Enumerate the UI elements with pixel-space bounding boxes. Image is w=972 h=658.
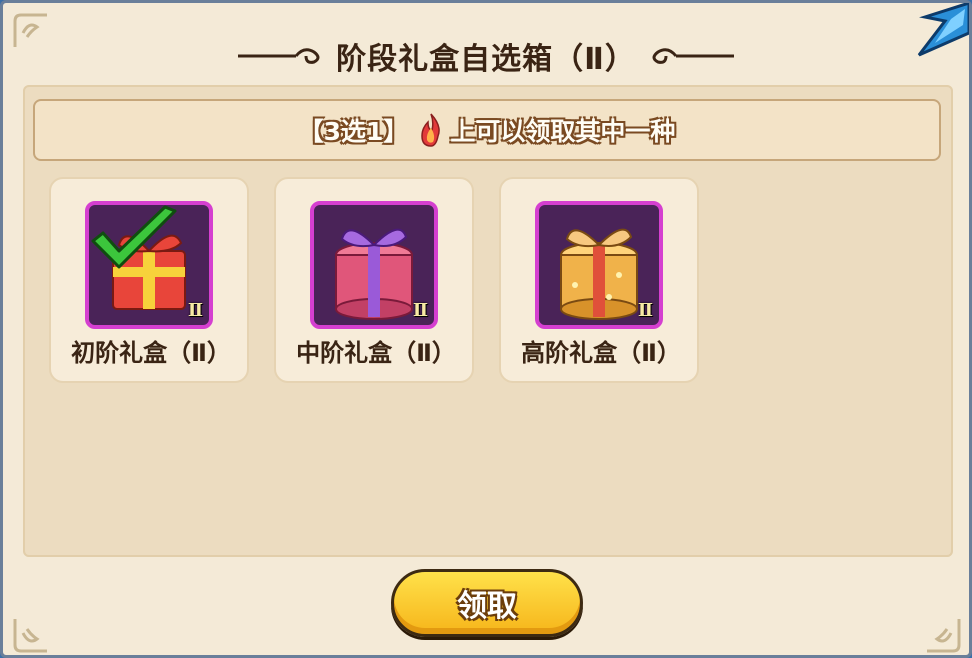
dialog-title: 阶段礼盒自选箱（Ⅱ） — [336, 42, 636, 77]
tier-badge: Ⅱ — [637, 300, 653, 321]
tier-badge: Ⅱ — [412, 300, 428, 321]
banner-prefix: 【3选1】 — [298, 117, 409, 146]
gift-card-basic[interactable]: Ⅱ 初阶礼盒（Ⅱ） — [49, 177, 249, 383]
title-bar: 阶段礼盒自选箱（Ⅱ） — [3, 29, 969, 83]
item-icon-frame: Ⅱ — [85, 201, 213, 329]
banner-text: 上可以领取其中一种 — [450, 117, 676, 146]
item-icon-frame: Ⅱ — [535, 201, 663, 329]
tier-badge: Ⅱ — [187, 300, 203, 321]
corner-ornament-icon — [13, 619, 47, 653]
claim-button-label: 领取 — [457, 589, 517, 624]
corner-ornament-icon — [927, 619, 961, 653]
title-ornament-left-icon — [238, 48, 320, 64]
title-ornament-right-icon — [652, 48, 734, 64]
hint-banner: 【3选1】 上可以领取其中一种 — [33, 99, 941, 161]
item-label: 中阶礼盒（Ⅱ） — [296, 339, 456, 367]
gift-card-advanced[interactable]: Ⅱ 高阶礼盒（Ⅱ） — [499, 177, 699, 383]
gift-box-dialog: 阶段礼盒自选箱（Ⅱ） 【3选1】 上可以领取其中一种 Ⅱ 初阶礼盒（Ⅱ） Ⅱ 中… — [0, 0, 972, 658]
claim-button[interactable]: 领取 — [391, 569, 583, 637]
item-icon-frame: Ⅱ — [310, 201, 438, 329]
flame-icon — [421, 113, 441, 147]
item-label: 高阶礼盒（Ⅱ） — [521, 339, 681, 367]
checkmark-icon — [91, 205, 177, 269]
item-label: 初阶礼盒（Ⅱ） — [71, 339, 231, 367]
gift-card-intermediate[interactable]: Ⅱ 中阶礼盒（Ⅱ） — [274, 177, 474, 383]
